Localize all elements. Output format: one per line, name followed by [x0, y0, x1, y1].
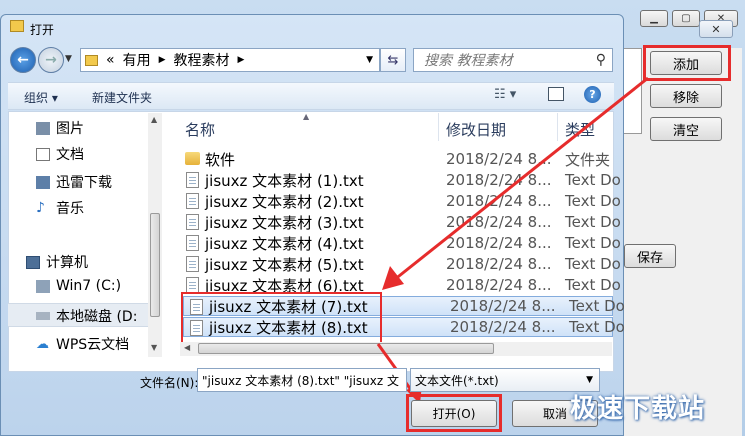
file-name: jisuxz 文本素材 (5).txt [205, 255, 364, 274]
computer-icon [26, 255, 40, 269]
nav-item-drive-c[interactable]: Win7 (C:) [36, 278, 121, 294]
nav-label: 音乐 [56, 201, 84, 217]
nav-label: 文档 [56, 147, 84, 163]
scroll-down-icon[interactable]: ▼ [151, 343, 157, 352]
annotation-arrow [382, 76, 649, 290]
nav-label: WPS云文档 [56, 337, 130, 353]
forward-button[interactable]: → [38, 47, 64, 73]
nav-item-computer[interactable]: 计算机 [26, 252, 88, 272]
cloud-icon: ☁ [36, 336, 49, 352]
organize-menu[interactable]: 组织 ▾ [24, 89, 58, 106]
column-header-name[interactable]: 名称 [185, 119, 215, 140]
music-icon: ♪ [36, 200, 45, 216]
breadcrumb-item[interactable]: 教程素材 [174, 50, 230, 70]
nav-item-documents[interactable]: 文档 [36, 144, 84, 164]
filename-input[interactable]: "jisuxz 文本素材 (8).txt" "jisuxz 文 [197, 368, 407, 392]
remove-button[interactable]: 移除 [650, 84, 722, 108]
search-icon: ⚲ [595, 52, 606, 68]
address-prefix: « [106, 52, 115, 68]
folder-icon [10, 20, 24, 32]
file-list-hscroll-thumb[interactable] [198, 343, 494, 354]
text-file-icon [186, 193, 199, 209]
drive-icon [36, 279, 50, 293]
dialog-close-button[interactable]: ✕ [699, 20, 733, 38]
file-type: Text Do [569, 318, 625, 336]
text-file-icon [186, 214, 199, 230]
maximize-button[interactable]: ▢ [672, 10, 700, 27]
nav-label: 迅雷下载 [56, 175, 112, 191]
nav-label: 图片 [56, 121, 84, 137]
nav-label: 本地磁盘 (D: [56, 309, 138, 325]
folder-icon [185, 152, 200, 165]
nav-item-drive-d[interactable]: 本地磁盘 (D: [36, 306, 137, 326]
breadcrumb-item[interactable]: 有用 [123, 50, 151, 70]
drive-icon [36, 312, 50, 320]
file-name: 软件 [205, 150, 236, 169]
history-dropdown-icon[interactable]: ▼ [65, 54, 72, 64]
sort-indicator-icon: ▲ [303, 112, 310, 121]
chevron-right-icon: ▶ [158, 55, 166, 65]
chevron-down-icon: ▼ [586, 375, 593, 385]
search-placeholder: 搜索 教程素材 [424, 53, 513, 69]
text-file-icon [186, 172, 199, 188]
nav-item-downloads[interactable]: 迅雷下载 [36, 172, 112, 192]
documents-icon [36, 147, 50, 161]
refresh-icon: ⇆ [387, 52, 399, 68]
address-folder-icon [85, 54, 98, 66]
minimize-button[interactable]: ▁ [640, 10, 668, 27]
file-name: jisuxz 文本素材 (3).txt [205, 213, 364, 232]
watermark: 极速下载站 [570, 394, 706, 424]
clear-button[interactable]: 清空 [650, 117, 722, 141]
dialog-title: 打开 [30, 23, 55, 37]
refresh-button[interactable]: ⇆ [380, 48, 406, 72]
search-input[interactable]: 搜索 教程素材 ⚲ [413, 48, 613, 72]
file-date: 2018/2/24 8... [450, 318, 556, 336]
file-name: jisuxz 文本素材 (4).txt [205, 234, 364, 253]
back-button[interactable]: ← [10, 47, 36, 73]
pictures-icon [36, 121, 50, 135]
chevron-right-icon: ▶ [237, 55, 245, 65]
filename-label: 文件名(N): [140, 376, 199, 390]
text-file-icon [186, 256, 199, 272]
address-bar[interactable]: « 有用 ▶ 教程素材 ▶ ▼ [80, 48, 380, 72]
text-file-icon [186, 235, 199, 251]
file-name: jisuxz 文本素材 (1).txt [205, 171, 364, 190]
nav-item-pictures[interactable]: 图片 [36, 118, 84, 138]
open-button[interactable]: 打开(O) [411, 400, 497, 427]
file-type-value: 文本文件(*.txt) [415, 373, 499, 388]
nav-item-music[interactable]: ♪ 音乐 [36, 198, 84, 218]
nav-label: 计算机 [46, 255, 88, 271]
file-name: jisuxz 文本素材 (2).txt [205, 192, 364, 211]
scroll-up-icon[interactable]: ▲ [151, 115, 157, 124]
text-file-icon [186, 277, 199, 293]
nav-scrollbar-thumb[interactable] [150, 213, 160, 317]
scroll-left-icon[interactable]: ◀ [184, 343, 190, 352]
new-folder-button[interactable]: 新建文件夹 [92, 89, 152, 106]
selection-highlight [181, 292, 382, 344]
nav-label: Win7 (C:) [56, 278, 122, 294]
download-icon [36, 175, 50, 189]
nav-item-wps-cloud[interactable]: ☁ WPS云文档 [36, 334, 129, 354]
address-dropdown-icon[interactable]: ▼ [366, 55, 373, 65]
add-button[interactable]: 添加 [650, 51, 722, 75]
